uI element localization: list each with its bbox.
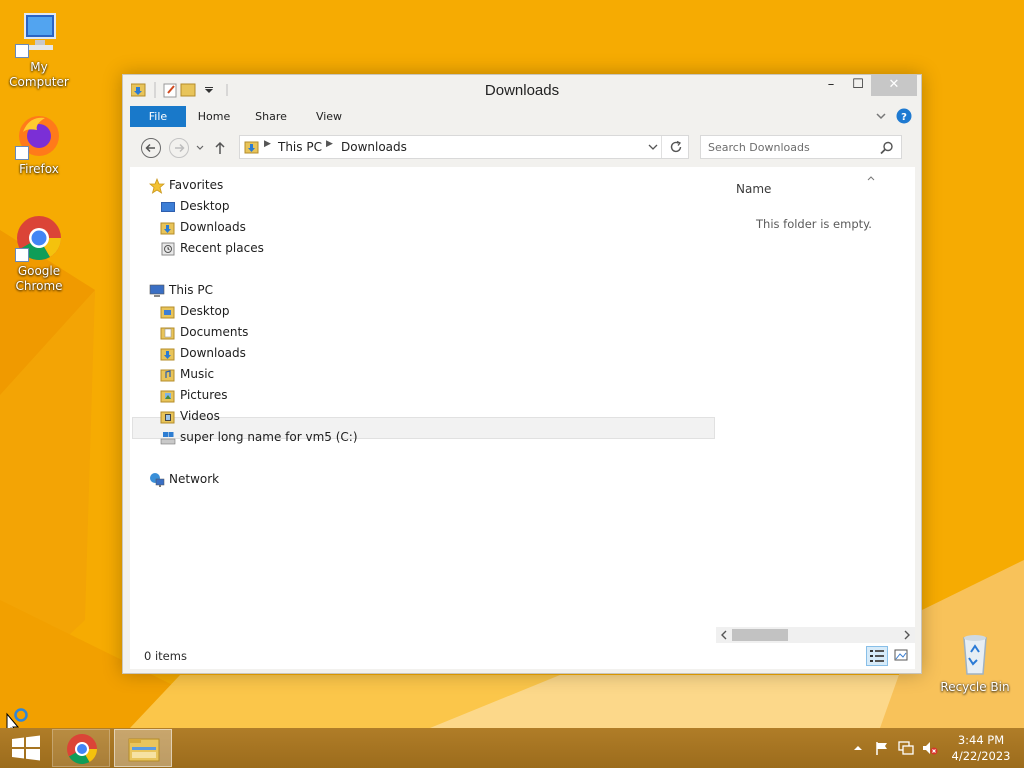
file-list-pane: Name This folder is empty. [716, 167, 915, 643]
chrome-icon [15, 214, 63, 262]
address-bar[interactable]: ▶ This PC ▶ Downloads [239, 135, 689, 159]
pictures-folder-icon [160, 388, 176, 404]
recent-places-icon [160, 241, 176, 257]
large-icons-view-icon [894, 649, 908, 661]
details-view-button[interactable] [866, 646, 888, 666]
column-header-name[interactable]: Name [736, 182, 771, 196]
maximize-button[interactable]: ☐ [845, 75, 871, 96]
svg-text:?: ? [901, 112, 907, 123]
clock-date: 4/22/2023 [951, 749, 1011, 763]
desktop-icon-label: My Computer [9, 60, 69, 89]
navigation-pane: Favorites Desktop Downloads Recent place… [130, 167, 715, 643]
title-bar[interactable]: Downloads – ☐ ✕ [123, 75, 921, 105]
breadcrumb-downloads[interactable]: Downloads [341, 140, 407, 154]
computer-icon [149, 283, 165, 299]
tab-home[interactable]: Home [186, 106, 242, 128]
clock-time: 3:44 PM [957, 733, 1005, 747]
window-title: Downloads [484, 82, 560, 99]
folder-icon [160, 304, 176, 320]
star-icon [148, 177, 166, 194]
show-hidden-icons-icon[interactable] [850, 740, 866, 756]
downloads-folder-icon [160, 220, 176, 236]
address-row: ▶ This PC ▶ Downloads [130, 127, 915, 167]
up-button[interactable] [212, 137, 228, 159]
tab-view[interactable]: View [300, 106, 358, 128]
content-area: Favorites Desktop Downloads Recent place… [130, 167, 915, 643]
desktop-icon-google-chrome[interactable]: Google Chrome [0, 214, 79, 294]
ribbon-tabs: File Home Share View ? [130, 105, 915, 128]
tab-share[interactable]: Share [242, 106, 300, 128]
scroll-left-icon[interactable] [719, 630, 729, 640]
address-dropdown-icon[interactable] [646, 140, 660, 154]
drive-icon [160, 430, 176, 446]
large-icons-view-button[interactable] [891, 646, 913, 666]
status-bar: 0 items [130, 643, 915, 669]
back-button[interactable] [140, 137, 162, 159]
network-icon [149, 472, 165, 488]
recent-locations-dropdown[interactable] [194, 137, 206, 159]
firefox-icon [15, 112, 63, 160]
search-input[interactable] [708, 139, 868, 155]
music-folder-icon [160, 367, 176, 383]
taskbar: 3:44 PM 4/22/2023 [0, 728, 1024, 768]
minimize-button[interactable]: – [817, 75, 845, 96]
volume-muted-icon[interactable] [922, 740, 938, 756]
taskbar-file-explorer-button[interactable] [114, 729, 172, 767]
chrome-icon [67, 734, 97, 765]
tab-file[interactable]: File [130, 106, 186, 128]
file-explorer-icon [128, 738, 160, 762]
downloads-folder-icon [244, 139, 260, 155]
expand-ribbon-icon[interactable] [874, 109, 888, 123]
desktop-icon-recycle-bin[interactable]: Recycle Bin [935, 630, 1015, 695]
forward-button[interactable] [168, 137, 190, 159]
search-box [700, 135, 902, 159]
desktop-icon [160, 199, 176, 215]
computer-icon [15, 10, 63, 58]
downloads-folder-icon [160, 346, 176, 362]
item-count: 0 items [144, 649, 187, 663]
scrollbar-thumb[interactable] [732, 629, 788, 641]
details-view-icon [870, 650, 884, 662]
desktop-icon-label: Firefox [19, 162, 59, 176]
horizontal-scrollbar[interactable] [716, 627, 915, 643]
recycle-bin-icon [951, 630, 999, 678]
empty-folder-message: This folder is empty. [756, 217, 872, 231]
refresh-icon[interactable] [668, 139, 684, 155]
desktop-icon-firefox[interactable]: Firefox [0, 112, 79, 177]
scroll-right-icon[interactable] [902, 630, 912, 640]
desktop-icon-label: Recycle Bin [940, 680, 1010, 694]
explorer-window: Downloads – ☐ ✕ File Home Share View ? ▶… [122, 74, 922, 674]
help-icon[interactable]: ? [896, 108, 912, 124]
search-icon[interactable] [879, 140, 895, 156]
taskbar-chrome-button[interactable] [52, 729, 110, 767]
videos-folder-icon [160, 409, 176, 425]
action-center-flag-icon[interactable] [874, 740, 890, 756]
desktop-icon-label: Google Chrome [15, 264, 63, 293]
close-button[interactable]: ✕ [871, 75, 917, 96]
breadcrumb-separator-icon: ▶ [326, 139, 333, 149]
sort-ascending-icon [866, 173, 876, 183]
breadcrumb-this-pc[interactable]: This PC [278, 140, 322, 154]
documents-folder-icon [160, 325, 176, 341]
windows-logo-icon [12, 735, 40, 761]
network-status-icon[interactable] [898, 740, 914, 756]
system-clock[interactable]: 3:44 PM 4/22/2023 [946, 732, 1016, 764]
start-button[interactable] [4, 730, 48, 766]
desktop-icon-my-computer[interactable]: My Computer [0, 10, 79, 90]
breadcrumb-separator-icon: ▶ [264, 139, 271, 149]
